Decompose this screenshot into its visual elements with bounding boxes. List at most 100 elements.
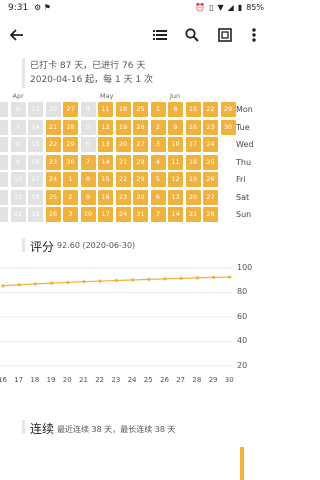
calendar-cell: 19 [185,172,201,187]
calendar-cell: 27 [133,137,148,152]
calendar-cell: 15 [98,172,113,187]
calendar-cell: 24 [203,137,218,152]
more-vert-icon[interactable] [243,24,265,46]
chart-y-tick-label: 40 [237,336,248,346]
calendar-cell: 28 [203,207,218,222]
chart-y-tick-label: 60 [237,311,248,321]
calendar-cell: 13 [168,189,183,205]
chart-y-tick-label: 100 [237,263,253,272]
chart-point [163,277,167,281]
notification-icons: ⚙ ⚑ [34,3,51,12]
calendar-cell [0,189,8,205]
chart-y-tick-label: 80 [237,287,248,297]
calendar-cell: 29 [63,137,78,152]
calendar-cell: 8 [10,137,26,152]
calendar-cell [0,119,8,135]
chart-point [212,275,216,280]
calendar-cell: 14 [168,207,183,222]
calendar-cell: 5 [80,119,96,135]
search-icon[interactable] [181,24,203,46]
calendar-cell: 10 [168,137,183,152]
calendar-cell: 11 [98,102,113,117]
calendar-cell: 23 [115,189,131,205]
calendar-cell: 8 [80,172,96,187]
calendar-cell: 6 [150,189,166,205]
calendar-cell: 21 [185,207,201,222]
calendar-cell: 15 [28,137,43,152]
calendar-weekday-label: Sun [236,210,252,219]
calendar-cell: 8 [168,102,183,117]
calendar-cell: 22 [115,172,131,187]
calendar-cell: 27 [63,102,78,117]
calendar-cell [0,102,8,117]
chart-point [114,278,118,283]
calendar-weekday-label: Thu [236,157,252,167]
calendar-cell: 26 [203,172,218,187]
calendar-cell: 18 [28,189,43,205]
calendar-cell: 17 [28,172,43,187]
score-chart [0,267,232,367]
calendar-cell: 28 [133,154,148,170]
calendar-cell: 7 [80,154,96,170]
calendar-cell: 9 [10,154,26,170]
calendar-cell: 12 [168,172,183,187]
vibrate-icon: ▯ [209,3,214,12]
calendar-weekday-label: Mon [236,105,253,114]
calendar-cell: 14 [28,119,43,135]
calendar-cell: 6 [80,137,96,152]
calendar-month-label: Apr [12,92,24,100]
calendar-cell [0,154,8,170]
calendar-cell: 13 [28,102,43,117]
calendar-cell: 20 [115,137,131,152]
calendar-cell: 9 [168,119,183,135]
wifi-icon: ▼ [217,3,224,12]
calendar-cell: 26 [45,207,61,222]
calendar-cell [0,207,8,222]
status-bar: 9:31 ⚙ ⚑ ⏰ ▯ ▼ ◢ ▮ 85% [0,0,270,18]
calendar-weekday-label: Tue [236,122,250,132]
chart-x-tick-label: 20 [62,376,72,384]
calendar-cell: 7 [10,119,26,135]
chart-x-tick-label: 26 [160,376,169,384]
calendar-cell: 16 [185,119,201,135]
calendar-cell: 12 [10,207,26,222]
calendar-cell: 19 [28,207,43,222]
calendar-cell: 26 [133,119,148,135]
calendar-cell: 10 [80,207,96,222]
summary-line-2: 2020-04-16 起，每 1 天 1 次 [30,75,154,85]
calendar-weekday-label: Wed [236,140,254,149]
back-arrow-icon[interactable] [6,24,28,46]
calendar-cell: 5 [150,172,166,187]
calendar-cell: 10 [10,172,26,187]
battery-icon: ▮ [237,3,243,12]
calendar-cell: 15 [185,102,201,117]
calendar-cell: 30 [220,119,236,135]
calendar-cell: 23 [45,154,61,170]
chart-x-tick-label: 30 [224,376,234,384]
score-value: 92.60 (2020-06-30) [57,241,136,250]
chart-x-tick-label: 25 [143,376,153,384]
calendar-cell: 20 [45,102,61,117]
chart-point [66,280,70,285]
battery-level: 85% [246,3,264,12]
list-icon[interactable] [149,24,171,46]
calendar-cell: 11 [168,154,183,170]
calendar-cell: 16 [28,154,43,170]
streak-bar [240,447,244,480]
chart-point [228,275,232,279]
calendar-cell: 30 [133,189,148,205]
calendar-cell [0,137,8,152]
alarm-icon: ⏰ [195,3,206,12]
chart-point [1,284,5,288]
calendar-cell: 19 [115,119,131,135]
widget-icon[interactable] [214,24,236,46]
chart-point [179,276,183,280]
calendar-cell: 29 [133,172,148,187]
calendar-month-label: Jun [170,92,181,100]
chart-point [131,278,135,282]
calendar-weekday-label: Sat [236,192,250,202]
chart-x-tick-label: 23 [111,376,121,384]
chart-y-tick-label: 20 [237,360,248,370]
calendar-cell: 25 [133,102,148,117]
calendar-cell: 14 [98,154,113,170]
